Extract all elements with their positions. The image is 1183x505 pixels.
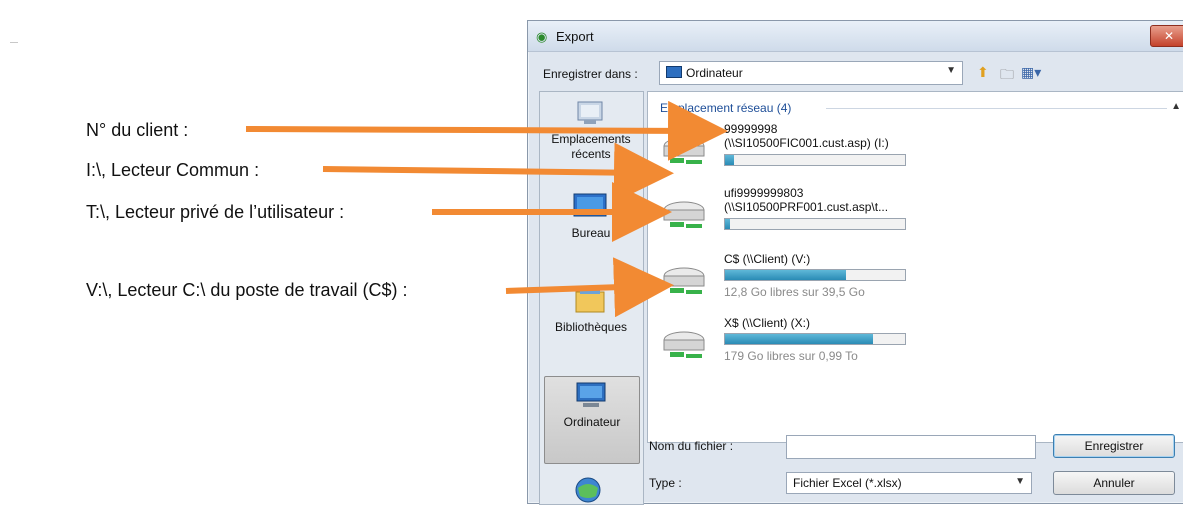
drive-usage-bar xyxy=(724,154,906,166)
drive-free-space: 179 Go libres sur 0,99 To xyxy=(724,349,858,363)
drive-path: (\\SI10500FIC001.cust.asp) (I:) xyxy=(724,136,889,150)
place-computer[interactable]: Ordinateur xyxy=(544,376,640,464)
network-drive-icon xyxy=(663,267,705,294)
place-desktop[interactable]: Bureau xyxy=(544,188,638,274)
type-dropdown[interactable]: Fichier Excel (*.xlsx) ▼ xyxy=(786,472,1032,494)
drive-usage-bar xyxy=(724,218,906,230)
drive-name: ufi9999999803 xyxy=(724,186,804,200)
place-label: Bibliothèques xyxy=(554,320,628,334)
computer-icon xyxy=(666,66,682,78)
type-value: Fichier Excel (*.xlsx) xyxy=(793,476,902,490)
dialog-title: Export xyxy=(556,29,594,44)
computer-icon xyxy=(576,382,606,407)
new-folder-icon[interactable]: 🗀 xyxy=(1000,64,1014,88)
drive-usage-bar xyxy=(724,269,906,281)
drive-name: C$ (\\Client) (V:) xyxy=(724,252,811,266)
annotation-client-number: N° du client : xyxy=(86,120,189,140)
edge-mark xyxy=(10,42,18,43)
title-bar: ◉ Export ✕ xyxy=(528,21,1183,52)
type-label: Type : xyxy=(649,476,682,490)
location-value: Ordinateur xyxy=(686,66,743,80)
network-drive-icon xyxy=(663,201,705,228)
group-divider xyxy=(826,108,1167,109)
cancel-button[interactable]: Annuler xyxy=(1053,471,1175,495)
place-libraries[interactable]: Bibliothèques xyxy=(544,282,638,368)
annotation-common-drive: I:\, Lecteur Commun : xyxy=(86,160,260,180)
chevron-down-icon: ▼ xyxy=(946,65,956,76)
annotation-private-drive: T:\, Lecteur privé de l’utilisateur : xyxy=(86,202,345,222)
drive-item[interactable]: X$ (\\Client) (X:) 179 Go libres sur 0,9… xyxy=(654,316,1034,376)
drive-usage-bar xyxy=(724,333,906,345)
views-icon[interactable]: ▦▾ xyxy=(1021,64,1041,81)
network-drive-icon xyxy=(663,137,705,164)
drive-name: X$ (\\Client) (X:) xyxy=(724,316,811,330)
drive-item[interactable]: 99999998 (\\SI10500FIC001.cust.asp) (I:) xyxy=(654,122,1034,182)
export-icon: ◉ xyxy=(536,29,548,44)
drive-item[interactable]: ufi9999999803 (\\SI10500PRF001.cust.asp\… xyxy=(654,186,1034,246)
save-in-label: Enregistrer dans : xyxy=(543,67,638,81)
drive-path: (\\SI10500PRF001.cust.asp\t... xyxy=(724,200,889,214)
drive-name: 99999998 xyxy=(724,122,778,136)
location-dropdown[interactable]: Ordinateur ▼ xyxy=(659,61,963,85)
places-bar: Emplacements récents Bureau Bibliothèque… xyxy=(539,91,644,505)
recent-places-icon xyxy=(577,101,603,124)
save-button[interactable]: Enregistrer xyxy=(1053,434,1175,458)
place-label: Ordinateur xyxy=(563,415,621,429)
close-button[interactable]: ✕ xyxy=(1150,25,1183,47)
annotation-workstation-drive: V:\, Lecteur C:\ du poste de travail (C$… xyxy=(86,280,408,300)
chevron-up-icon[interactable]: ▲ xyxy=(1171,101,1181,112)
libraries-icon xyxy=(575,288,605,313)
filename-input[interactable] xyxy=(786,435,1036,459)
place-label: Bureau xyxy=(571,226,611,240)
place-recent[interactable]: Emplacements récents xyxy=(544,94,638,180)
group-title: Emplacement réseau (4) xyxy=(660,101,792,115)
chevron-down-icon: ▼ xyxy=(1015,476,1025,487)
file-list: Emplacement réseau (4) ▲ 99999998 (\\SI1… xyxy=(647,91,1183,443)
place-label: Emplacements récents xyxy=(551,132,631,161)
export-dialog: ◉ Export ✕ Enregistrer dans : Ordinateur… xyxy=(527,20,1183,505)
drive-free-space: 12,8 Go libres sur 39,5 Go xyxy=(724,285,865,299)
up-folder-icon[interactable]: ⬆ xyxy=(977,64,989,81)
desktop-icon xyxy=(573,193,607,217)
drive-item[interactable]: C$ (\\Client) (V:) 12,8 Go libres sur 39… xyxy=(654,252,1034,312)
network-drive-icon xyxy=(663,331,705,358)
filename-label: Nom du fichier : xyxy=(649,439,734,453)
